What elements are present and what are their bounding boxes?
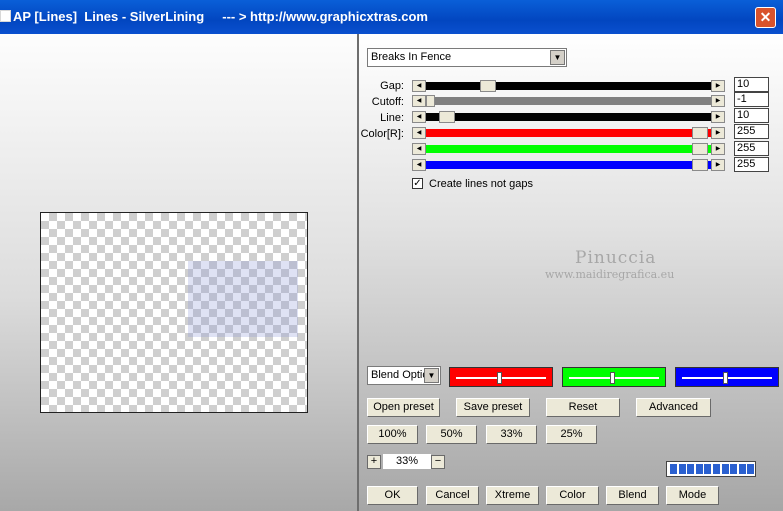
cutoff-thumb[interactable]: [426, 95, 435, 107]
preview-effect-region: [188, 261, 298, 337]
blue-slider[interactable]: ◀ ▶: [412, 159, 725, 171]
controls-panel: Breaks In Fence ▼ Gap: ◀ ▶ 10 Cutoff: ◀ …: [359, 34, 783, 511]
blend-options-dropdown[interactable]: Blend Optio ▼: [367, 366, 441, 385]
green-blend-knob[interactable]: [610, 372, 615, 384]
arrow-left-icon[interactable]: ◀: [412, 111, 426, 123]
close-icon: ✕: [759, 9, 772, 25]
gap-slider[interactable]: ◀ ▶: [412, 80, 725, 92]
zoom-field[interactable]: 33%: [383, 454, 431, 469]
red-value[interactable]: 255: [734, 124, 769, 139]
gap-thumb[interactable]: [480, 80, 496, 92]
red-blend-knob[interactable]: [497, 372, 502, 384]
progress-segment: [687, 464, 695, 474]
blend-options-value: Blend Optio: [371, 369, 429, 381]
line-thumb[interactable]: [439, 111, 455, 123]
cutoff-track[interactable]: [426, 97, 711, 105]
progress-segment: [738, 464, 746, 474]
arrow-right-icon[interactable]: ▶: [711, 159, 725, 171]
cutoff-slider[interactable]: ◀ ▶: [412, 95, 725, 107]
line-track[interactable]: [426, 113, 711, 121]
green-blend-slider[interactable]: [562, 367, 666, 387]
preview-canvas[interactable]: [40, 212, 308, 413]
mode-button[interactable]: Mode: [666, 486, 719, 505]
line-slider[interactable]: ◀ ▶: [412, 111, 725, 123]
progress-segment: [695, 464, 703, 474]
line-label: Line:: [380, 112, 404, 124]
watermark-name: Pinuccia: [575, 248, 657, 268]
save-preset-button[interactable]: Save preset: [456, 398, 530, 417]
zoom-50-button[interactable]: 50%: [426, 425, 477, 444]
green-value[interactable]: 255: [734, 141, 769, 156]
zoom-25-button[interactable]: 25%: [546, 425, 597, 444]
advanced-button[interactable]: Advanced: [636, 398, 711, 417]
title-bar: AP [Lines] Lines - SilverLining --- > ht…: [0, 0, 783, 34]
window-title: AP [Lines] Lines - SilverLining --- > ht…: [13, 9, 428, 24]
open-preset-button[interactable]: Open preset: [367, 398, 440, 417]
arrow-right-icon[interactable]: ▶: [711, 143, 725, 155]
close-button[interactable]: ✕: [755, 7, 776, 28]
gap-label: Gap:: [380, 80, 404, 92]
blue-thumb[interactable]: [692, 159, 708, 171]
green-slider[interactable]: ◀ ▶: [412, 143, 725, 155]
zoom-out-button[interactable]: −: [431, 455, 445, 469]
blue-track[interactable]: [426, 161, 711, 169]
progress-segment: [730, 464, 738, 474]
progress-bar: [666, 461, 756, 477]
arrow-right-icon[interactable]: ▶: [711, 95, 725, 107]
red-track[interactable]: [426, 129, 711, 137]
progress-segment: [721, 464, 729, 474]
progress-segment: [704, 464, 712, 474]
progress-segment: [670, 464, 677, 474]
green-track[interactable]: [426, 145, 711, 153]
xtreme-button[interactable]: Xtreme: [486, 486, 539, 505]
chevron-down-icon[interactable]: ▼: [550, 50, 565, 65]
arrow-left-icon[interactable]: ◀: [412, 95, 426, 107]
cutoff-value[interactable]: -1: [734, 92, 769, 107]
gap-track[interactable]: [426, 82, 711, 90]
color-button[interactable]: Color: [546, 486, 599, 505]
progress-segment: [678, 464, 686, 474]
blend-button[interactable]: Blend: [606, 486, 659, 505]
cutoff-label: Cutoff:: [371, 96, 404, 108]
line-value[interactable]: 10: [734, 108, 769, 123]
create-lines-checkbox[interactable]: ✓: [412, 178, 423, 189]
cancel-button[interactable]: Cancel: [426, 486, 479, 505]
create-lines-label: Create lines not gaps: [429, 178, 533, 190]
red-blend-slider[interactable]: [449, 367, 553, 387]
green-thumb[interactable]: [692, 143, 708, 155]
arrow-left-icon[interactable]: ◀: [412, 143, 426, 155]
progress-segment: [713, 464, 720, 474]
progress-segment: [747, 464, 755, 474]
blue-value[interactable]: 255: [734, 157, 769, 172]
arrow-right-icon[interactable]: ▶: [711, 80, 725, 92]
red-slider[interactable]: ◀ ▶: [412, 127, 725, 139]
zoom-in-button[interactable]: +: [367, 455, 381, 469]
gap-value[interactable]: 10: [734, 77, 769, 92]
arrow-left-icon[interactable]: ◀: [412, 80, 426, 92]
arrow-right-icon[interactable]: ▶: [711, 111, 725, 123]
blue-blend-slider[interactable]: [675, 367, 779, 387]
preset-dropdown[interactable]: Breaks In Fence ▼: [367, 48, 567, 67]
zoom-100-button[interactable]: 100%: [367, 425, 418, 444]
preset-dropdown-value: Breaks In Fence: [371, 51, 452, 63]
reset-button[interactable]: Reset: [546, 398, 620, 417]
system-menu-icon[interactable]: [0, 10, 11, 22]
watermark-url: www.maidiregrafica.eu: [545, 268, 675, 281]
arrow-left-icon[interactable]: ◀: [412, 127, 426, 139]
zoom-33-button[interactable]: 33%: [486, 425, 537, 444]
checkmark-icon: ✓: [413, 178, 422, 189]
chevron-down-icon[interactable]: ▼: [424, 368, 439, 383]
arrow-left-icon[interactable]: ◀: [412, 159, 426, 171]
color-label: Color[R]:: [360, 128, 404, 140]
preview-pane: [0, 34, 357, 511]
arrow-right-icon[interactable]: ▶: [711, 127, 725, 139]
blue-blend-knob[interactable]: [723, 372, 728, 384]
red-thumb[interactable]: [692, 127, 708, 139]
ok-button[interactable]: OK: [367, 486, 418, 505]
plus-icon: +: [370, 455, 378, 467]
minus-icon: −: [434, 455, 442, 467]
